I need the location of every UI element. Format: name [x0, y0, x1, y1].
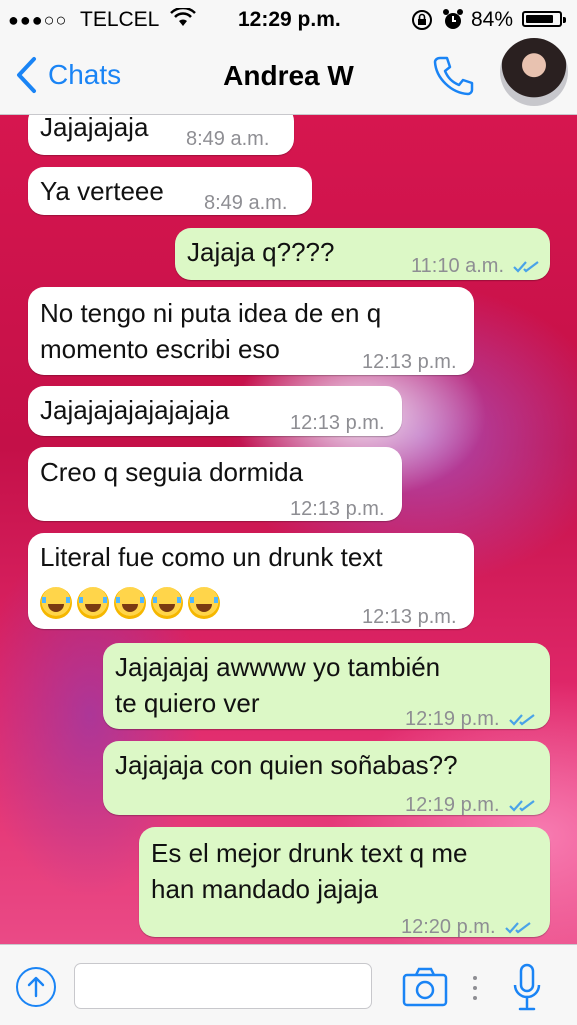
message-time: 12:13 p.m.	[362, 606, 457, 628]
carrier-name: TELCEL	[80, 8, 160, 31]
message-text-line: te quiero ver	[115, 688, 260, 718]
message-time: 12:13 p.m.	[290, 498, 385, 520]
wifi-icon	[170, 6, 196, 34]
message-bubble-outgoing[interactable]: Jajaja q???? 11:10 a.m.	[175, 228, 550, 280]
message-bubble-incoming[interactable]: Jajajajaja 8:49 a.m.	[28, 115, 294, 155]
message-text: Creo q seguia dormida	[40, 457, 304, 487]
message-time: 8:49 a.m.	[204, 192, 288, 214]
message-input[interactable]	[74, 963, 372, 1009]
message-time: 12:19 p.m.	[405, 708, 500, 730]
face-with-tears-of-joy-icon	[188, 587, 220, 620]
message-text-line: momento escribi eso	[40, 334, 280, 364]
battery-percent: 84%	[471, 8, 514, 31]
read-receipt-icon	[504, 921, 531, 934]
message-bubble-incoming[interactable]: Creo q seguia dormida 12:13 p.m.	[28, 447, 402, 521]
status-bar: ●●●○○ TELCEL 12:29 p.m. 84%	[0, 0, 577, 38]
message-text-line: No tengo ni puta idea de en q	[40, 298, 382, 328]
message-text: Ya verteee	[40, 176, 164, 206]
message-time: 11:10 a.m.	[411, 255, 505, 277]
message-text: Jajajajaja	[40, 115, 149, 142]
message-bubble-outgoing[interactable]: Es el mejor drunk text q me han mandado …	[139, 827, 550, 938]
message-text-line: Es el mejor drunk text q me	[151, 838, 468, 868]
camera-icon[interactable]	[402, 965, 448, 1009]
nav-bar: Chats Andrea W	[0, 38, 577, 115]
read-receipt-icon	[513, 260, 539, 273]
message-bubble-incoming[interactable]: Jajajajajajajajaja 12:13 p.m.	[28, 386, 402, 436]
status-time: 12:29 p.m.	[238, 8, 341, 31]
message-time: 12:19 p.m.	[405, 794, 500, 816]
contact-avatar[interactable]	[500, 38, 568, 106]
message-bubble-incoming[interactable]: Ya verteee 8:49 a.m.	[28, 167, 312, 215]
rotation-lock-icon	[410, 8, 434, 38]
message-time: 12:20 p.m.	[401, 916, 496, 938]
chat-area[interactable]: Jajajajaja 8:49 a.m. Ya verteee 8:49 a.m…	[0, 115, 577, 944]
message-bubble-incoming[interactable]: Literal fue como un drunk text 12:13 p.m…	[28, 533, 474, 629]
message-bubble-incoming[interactable]: No tengo ni puta idea de en q momento es…	[28, 287, 474, 375]
battery-icon	[522, 11, 566, 27]
input-bar	[0, 944, 577, 1025]
message-bubble-outgoing[interactable]: Jajajajaj awwww yo también te quiero ver…	[103, 643, 550, 730]
arrow-up-icon	[27, 976, 45, 998]
emoji-row	[40, 583, 225, 620]
message-time: 12:13 p.m.	[362, 351, 457, 373]
phone-call-icon[interactable]	[430, 52, 476, 98]
contact-name[interactable]: Andrea W	[0, 60, 577, 92]
message-text: Jajaja q????	[187, 237, 335, 267]
message-text: Jajajaja con quien soñabas??	[115, 750, 458, 780]
message-text-line: han mandado jajaja	[151, 874, 378, 904]
message-bubble-outgoing[interactable]: Jajajaja con quien soñabas?? 12:19 p.m.	[103, 741, 550, 816]
face-with-tears-of-joy-icon	[114, 587, 146, 620]
attach-button[interactable]	[16, 967, 56, 1007]
message-text-line: Jajajajaj awwww yo también	[115, 652, 441, 682]
signal-strength: ●●●○○	[8, 10, 68, 30]
message-time: 8:49 a.m.	[186, 128, 270, 150]
face-with-tears-of-joy-icon	[151, 587, 183, 620]
message-time: 12:13 p.m.	[290, 412, 385, 434]
message-text: Literal fue como un drunk text	[40, 542, 383, 572]
microphone-icon[interactable]	[510, 963, 544, 1013]
face-with-tears-of-joy-icon	[77, 587, 109, 620]
read-receipt-icon	[508, 713, 535, 726]
read-receipt-icon	[508, 799, 535, 812]
more-options-icon[interactable]	[470, 973, 480, 1003]
message-text: Jajajajajajajajaja	[40, 395, 230, 425]
alarm-icon	[442, 8, 464, 38]
face-with-tears-of-joy-icon	[40, 587, 72, 620]
battery-level-fill	[526, 15, 553, 23]
